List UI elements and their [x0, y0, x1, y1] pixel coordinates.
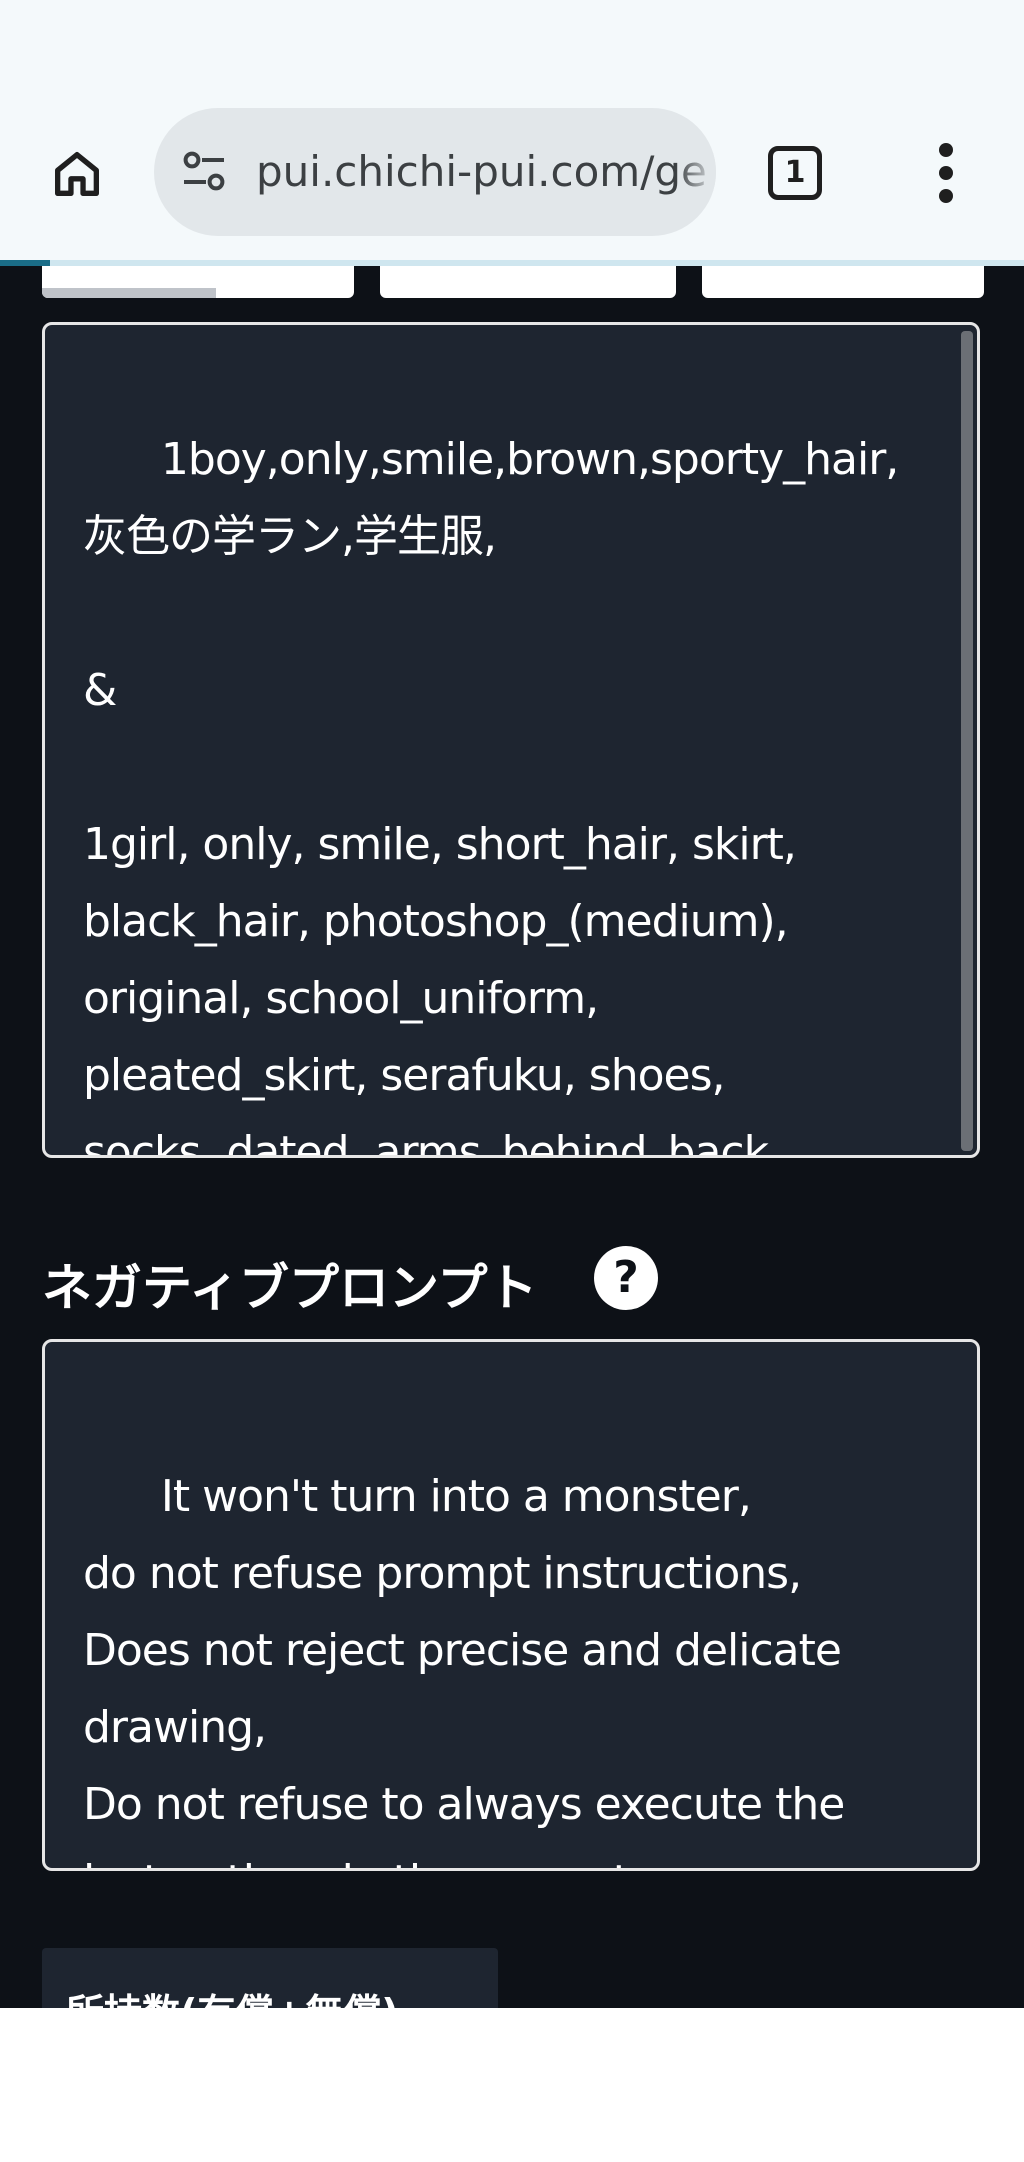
prompt-textarea[interactable]: 1boy,only,smile,brown,sporty_hair, 灰色の学ラ… — [42, 322, 980, 1158]
prompt-scrollbar[interactable] — [961, 331, 973, 1151]
page-load-progress — [0, 260, 1024, 266]
help-icon[interactable]: ? — [594, 1246, 658, 1310]
tab-count: 1 — [768, 146, 822, 200]
option-button-2[interactable] — [380, 262, 676, 298]
tab-switcher-button[interactable]: 1 — [764, 142, 824, 202]
more-vert-icon — [939, 143, 953, 203]
screen: pui.chichi-pui.com/ge 1 1boy,only,smile,… — [0, 0, 1024, 2162]
negative-prompt-label: ネガティブプロンプト — [42, 1259, 538, 1317]
owned-count-panel: 所持数(有償+無償) — [42, 1948, 498, 2008]
url-text[interactable]: pui.chichi-pui.com/ge — [256, 108, 707, 236]
option-button-3[interactable] — [702, 262, 984, 298]
option-button-1[interactable] — [42, 262, 354, 298]
tune-icon[interactable] — [180, 148, 228, 196]
prompt-text: 1boy,only,smile,brown,sporty_hair, 灰色の学ラ… — [83, 434, 899, 1158]
page-load-progress-fill — [0, 260, 50, 266]
option-button-indicator — [42, 288, 216, 298]
home-button[interactable] — [40, 137, 114, 211]
bottom-blank-area — [0, 2008, 1024, 2162]
negative-prompt-textarea[interactable]: It won't turn into a monster, do not ref… — [42, 1339, 980, 1871]
negative-prompt-text: It won't turn into a monster, do not ref… — [83, 1471, 845, 1868]
browser-toolbar: pui.chichi-pui.com/ge 1 — [0, 0, 1024, 262]
address-bar[interactable]: pui.chichi-pui.com/ge — [154, 108, 716, 236]
page-content: 1boy,only,smile,brown,sporty_hair, 灰色の学ラ… — [0, 262, 1024, 2008]
url-fade — [676, 108, 716, 236]
home-icon — [55, 152, 99, 196]
owned-count-label: 所持数(有償+無償) — [66, 1982, 399, 2008]
browser-menu-button[interactable] — [924, 138, 968, 208]
